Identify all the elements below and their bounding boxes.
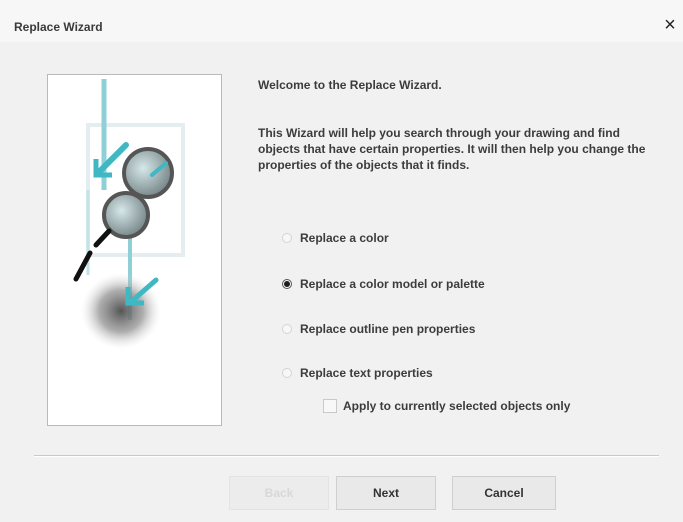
wizard-description: This Wizard will help you search through… xyxy=(258,126,646,172)
wizard-illustration xyxy=(47,74,222,426)
option-label: Replace outline pen properties xyxy=(300,322,476,336)
option-label: Replace a color model or palette xyxy=(300,277,485,291)
radio-selected-icon[interactable] xyxy=(282,279,292,289)
option-replace-outline-pen[interactable]: Replace outline pen properties xyxy=(282,320,475,338)
option-label: Replace a color xyxy=(300,231,389,245)
back-button[interactable]: Back xyxy=(229,476,329,510)
cancel-button[interactable]: Cancel xyxy=(452,476,556,510)
divider xyxy=(34,455,659,457)
checkbox-label: Apply to currently selected objects only xyxy=(343,399,571,413)
window-title: Replace Wizard xyxy=(14,20,103,34)
radio-icon[interactable] xyxy=(282,233,292,243)
apply-selected-only-checkbox[interactable]: Apply to currently selected objects only xyxy=(323,399,570,413)
option-label: Replace text properties xyxy=(300,366,433,380)
close-icon[interactable]: × xyxy=(659,14,681,36)
title-bar: Replace Wizard × xyxy=(0,0,683,42)
replace-illustration-icon xyxy=(73,79,185,349)
option-replace-text[interactable]: Replace text properties xyxy=(282,364,433,382)
radio-icon[interactable] xyxy=(282,368,292,378)
checkbox-icon[interactable] xyxy=(323,399,337,413)
next-button[interactable]: Next xyxy=(336,476,436,510)
welcome-heading: Welcome to the Replace Wizard. xyxy=(258,78,442,92)
option-replace-color-model[interactable]: Replace a color model or palette xyxy=(282,275,485,293)
option-replace-color[interactable]: Replace a color xyxy=(282,229,389,247)
radio-icon[interactable] xyxy=(282,324,292,334)
